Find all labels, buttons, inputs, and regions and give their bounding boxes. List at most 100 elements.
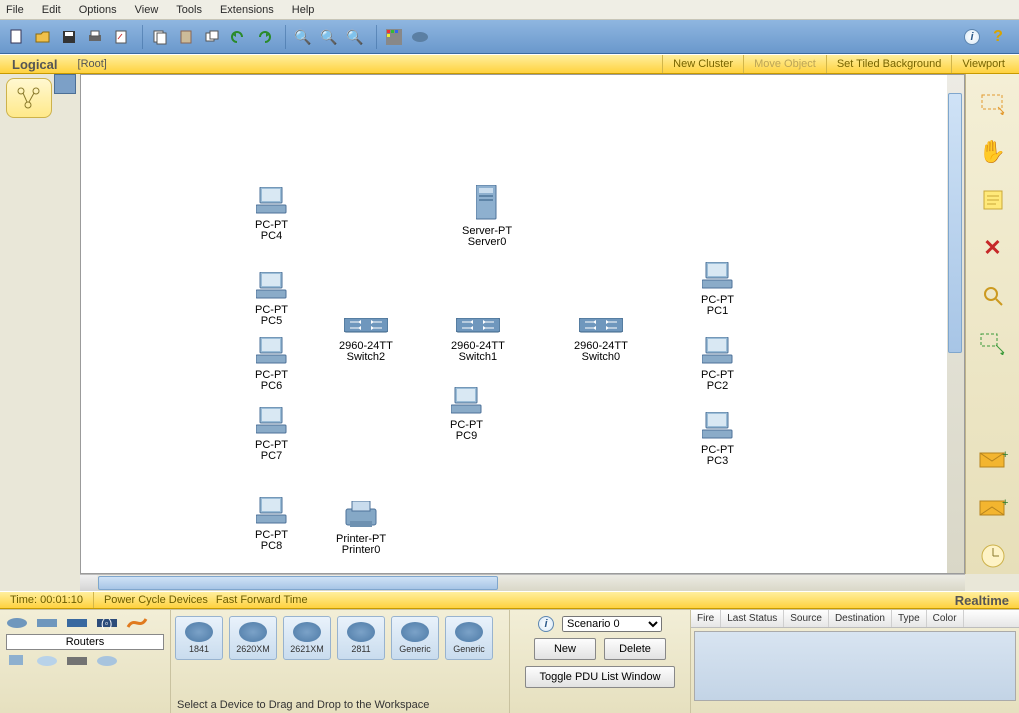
sim-time-label: Time: 00:01:10	[10, 594, 83, 606]
node-switch0[interactable]: 2960-24TTSwitch0	[574, 318, 628, 363]
node-switch1[interactable]: 2960-24TTSwitch1	[451, 318, 505, 363]
power-cycle-button[interactable]: Power Cycle Devices	[104, 594, 208, 606]
device-palette: 18412620XM2621XM2811GenericGeneric Selec…	[170, 610, 510, 713]
logical-label: Logical	[0, 57, 70, 72]
open-icon[interactable]	[32, 26, 54, 48]
hand-tool-icon[interactable]: ✋	[976, 138, 1010, 166]
select-tool-icon[interactable]	[976, 90, 1010, 118]
cat-custom-icon[interactable]	[66, 654, 88, 668]
menu-tools[interactable]: Tools	[176, 4, 202, 16]
realtime-tab-icon[interactable]	[976, 542, 1010, 570]
node-pc6[interactable]: PC-PTPC6	[255, 337, 288, 392]
cat-routers-icon[interactable]	[6, 616, 28, 630]
cat-end-icon[interactable]	[6, 654, 28, 668]
device-generic[interactable]: Generic	[445, 616, 493, 660]
zoom-reset-icon[interactable]: 🔍	[318, 26, 340, 48]
scenario-info-icon[interactable]: i	[538, 616, 554, 632]
cat-connections-icon[interactable]	[126, 616, 148, 630]
menu-view[interactable]: View	[135, 4, 159, 16]
time-bar: Time: 00:01:10 Power Cycle Devices Fast …	[0, 591, 1019, 609]
redo-icon[interactable]	[253, 26, 275, 48]
inspect-tool-icon[interactable]	[976, 282, 1010, 310]
menu-bar: File Edit Options View Tools Extensions …	[0, 0, 1019, 20]
zoom-in-icon[interactable]: 🔍	[292, 26, 314, 48]
main-toolbar: 🔍 🔍 🔍 i ?	[0, 20, 1019, 54]
print-icon[interactable]	[84, 26, 106, 48]
logical-tab[interactable]	[0, 74, 80, 574]
node-pc5[interactable]: PC-PTPC5	[255, 272, 288, 327]
cat-multi-icon[interactable]	[96, 654, 118, 668]
note-tool-icon[interactable]	[976, 186, 1010, 214]
resize-tool-icon[interactable]	[976, 330, 1010, 358]
pdu-table: FireLast StatusSourceDestinationTypeColo…	[690, 610, 1019, 713]
menu-edit[interactable]: Edit	[42, 4, 61, 16]
scenario-delete-button[interactable]: Delete	[604, 638, 666, 660]
svg-text:+: +	[1002, 498, 1008, 509]
node-server0[interactable]: Server-PTServer0	[462, 185, 512, 248]
cat-wan-icon[interactable]	[36, 654, 58, 668]
device-2620xm[interactable]: 2620XM	[229, 616, 277, 660]
toggle-pdu-list-button[interactable]: Toggle PDU List Window	[525, 666, 675, 688]
device-1841[interactable]: 1841	[175, 616, 223, 660]
stack-icon[interactable]	[201, 26, 223, 48]
info-icon[interactable]: i	[961, 26, 983, 48]
delete-tool-icon[interactable]: ✕	[976, 234, 1010, 262]
pdu-col-source[interactable]: Source	[784, 610, 829, 627]
menu-help[interactable]: Help	[292, 4, 315, 16]
node-pc2[interactable]: PC-PTPC2	[701, 337, 734, 392]
breadcrumb-root[interactable]: [Root]	[70, 58, 663, 70]
category-label: Routers	[6, 634, 164, 650]
undo-icon[interactable]	[227, 26, 249, 48]
node-pc1[interactable]: PC-PTPC1	[701, 262, 734, 317]
menu-extensions[interactable]: Extensions	[220, 4, 274, 16]
zoom-out-icon[interactable]: 🔍	[344, 26, 366, 48]
cat-switches-icon[interactable]	[36, 616, 58, 630]
node-printer0[interactable]: Printer-PTPrinter0	[336, 501, 386, 556]
pdu-col-destination[interactable]: Destination	[829, 610, 892, 627]
new-file-icon[interactable]	[6, 26, 28, 48]
scenario-new-button[interactable]: New	[534, 638, 596, 660]
node-pc9[interactable]: PC-PTPC9	[450, 387, 483, 442]
svg-text:(◦): (◦)	[101, 618, 112, 630]
add-complex-pdu-icon[interactable]: +	[976, 494, 1010, 522]
save-icon[interactable]	[58, 26, 80, 48]
node-pc3[interactable]: PC-PTPC3	[701, 412, 734, 467]
node-pc4[interactable]: PC-PTPC4	[255, 187, 288, 242]
set-tiled-bg-button[interactable]: Set Tiled Background	[826, 55, 952, 73]
pdu-col-color[interactable]: Color	[927, 610, 964, 627]
copy-icon[interactable]	[149, 26, 171, 48]
move-object-button[interactable]: Move Object	[743, 55, 826, 73]
pdu-col-fire[interactable]: Fire	[691, 610, 721, 627]
help-icon[interactable]: ?	[987, 26, 1009, 48]
add-simple-pdu-icon[interactable]: +	[976, 446, 1010, 474]
cat-hubs-icon[interactable]	[66, 616, 88, 630]
node-pc8[interactable]: PC-PTPC8	[255, 497, 288, 552]
palette-icon[interactable]	[383, 26, 405, 48]
viewport-button[interactable]: Viewport	[951, 55, 1019, 73]
device-category-panel: (◦) Routers	[0, 610, 170, 713]
paste-icon[interactable]	[175, 26, 197, 48]
device-2621xm[interactable]: 2621XM	[283, 616, 331, 660]
new-cluster-button[interactable]: New Cluster	[662, 55, 743, 73]
pdu-table-body[interactable]	[694, 631, 1016, 701]
menu-options[interactable]: Options	[79, 4, 117, 16]
wizard-icon[interactable]	[110, 26, 132, 48]
vertical-scrollbar[interactable]	[947, 75, 964, 573]
workspace-canvas[interactable]: PC-PTPC4 PC-PTPC5 PC-PTPC6 PC-PTPC7 PC-PTPC8…	[80, 74, 965, 574]
menu-file[interactable]: File	[6, 4, 24, 16]
cat-wireless-icon[interactable]: (◦)	[96, 616, 118, 630]
device-icon[interactable]	[409, 26, 431, 48]
node-switch2[interactable]: 2960-24TTSwitch2	[339, 318, 393, 363]
scenario-select[interactable]: Scenario 0	[562, 616, 662, 632]
node-pc7[interactable]: PC-PTPC7	[255, 407, 288, 462]
fast-forward-button[interactable]: Fast Forward Time	[216, 594, 308, 606]
pdu-col-last-status[interactable]: Last Status	[721, 610, 784, 627]
pdu-col-type[interactable]: Type	[892, 610, 927, 627]
bottom-panel: (◦) Routers 18412620XM2621XM2811GenericG…	[0, 609, 1019, 713]
svg-text:+: +	[1002, 450, 1008, 461]
device-generic[interactable]: Generic	[391, 616, 439, 660]
horizontal-scrollbar[interactable]	[80, 574, 965, 591]
device-2811[interactable]: 2811	[337, 616, 385, 660]
right-tool-panel: ✋ ✕ + +	[965, 74, 1019, 574]
realtime-label: Realtime	[955, 593, 1009, 608]
